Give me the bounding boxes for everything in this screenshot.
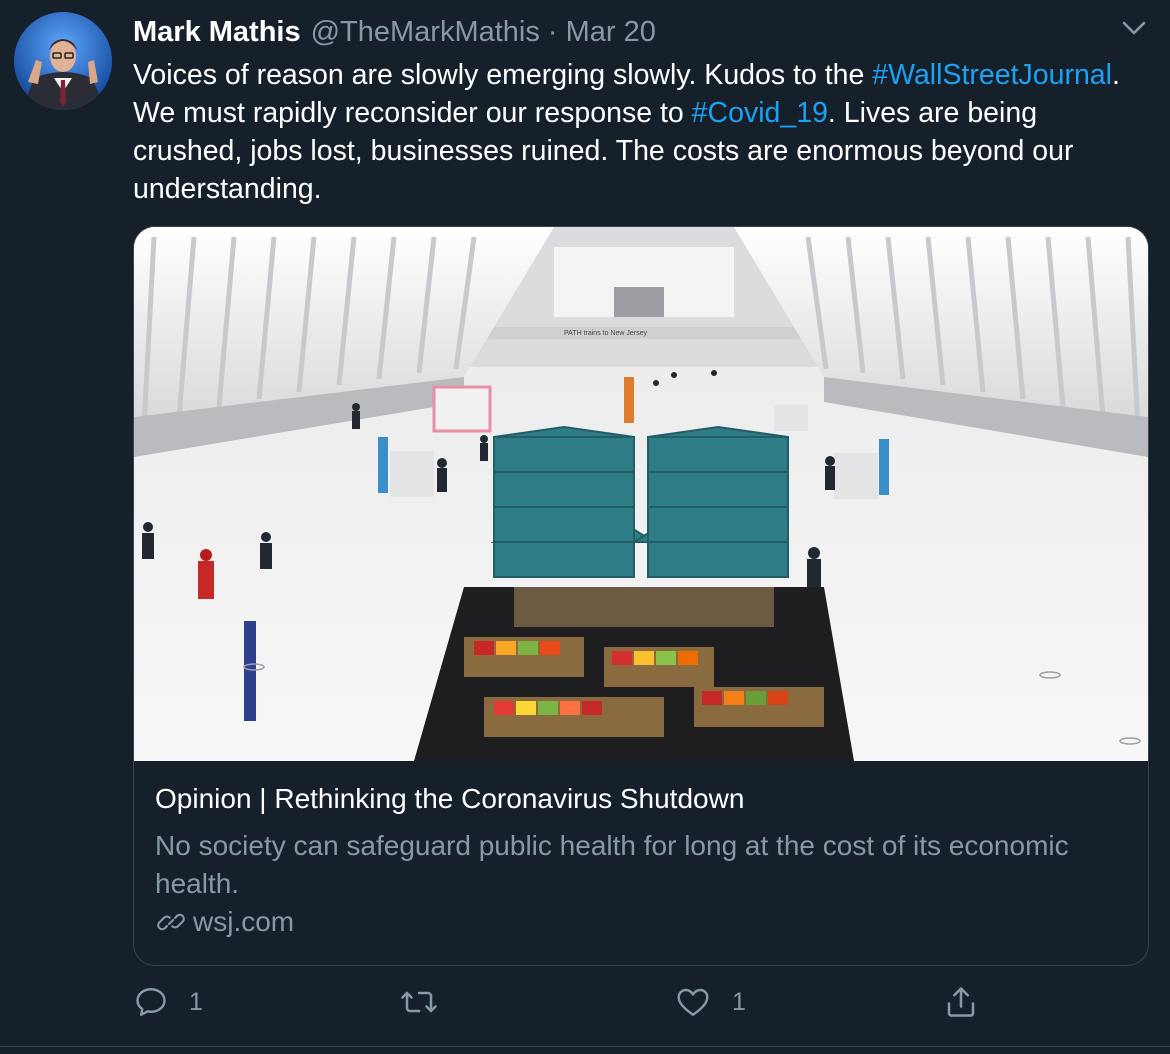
- tweet-text: Voices of reason are slowly emerging slo…: [133, 56, 1143, 208]
- reply-count: 1: [189, 987, 203, 1016]
- tweet-header: Mark Mathis @TheMarkMathis · Mar 20: [133, 14, 656, 50]
- retweet-icon: [401, 991, 437, 1013]
- link-icon: [157, 913, 185, 931]
- tweet-actions: 1 1: [133, 984, 993, 1026]
- card-title[interactable]: Opinion | Rethinking the Coronavirus Shu…: [155, 783, 744, 815]
- chevron-down-icon[interactable]: [1120, 18, 1148, 38]
- tweet-text-part: Voices of reason are slowly emerging slo…: [133, 59, 873, 91]
- author-name[interactable]: Mark Mathis: [133, 16, 301, 49]
- reply-icon: [136, 988, 166, 1016]
- card-image[interactable]: PATH trains to New Jersey: [134, 227, 1148, 761]
- link-card[interactable]: PATH trains to New Jersey Opinion | Reth…: [133, 226, 1149, 966]
- divider: [0, 1046, 1170, 1047]
- share-icon: [947, 987, 975, 1017]
- author-handle[interactable]: @TheMarkMathis: [311, 16, 540, 49]
- like-button[interactable]: 1: [674, 984, 746, 1020]
- hashtag-link[interactable]: #Covid_19: [692, 97, 828, 129]
- like-icon: [677, 988, 709, 1016]
- avatar[interactable]: [14, 12, 112, 110]
- card-domain-text: wsj.com: [193, 906, 295, 937]
- header-separator: ·: [547, 15, 558, 48]
- card-description: No society can safeguard public health f…: [155, 830, 1069, 899]
- share-button[interactable]: [943, 984, 979, 1020]
- image-sign-text: PATH trains to New Jersey: [564, 330, 647, 337]
- like-count: 1: [732, 987, 746, 1016]
- card-domain[interactable]: wsj.com: [155, 906, 294, 938]
- hashtag-link[interactable]: #WallStreetJournal: [872, 59, 1112, 91]
- retweet-button[interactable]: [399, 984, 439, 1020]
- tweet-date[interactable]: Mar 20: [566, 16, 656, 49]
- reply-button[interactable]: 1: [133, 984, 203, 1020]
